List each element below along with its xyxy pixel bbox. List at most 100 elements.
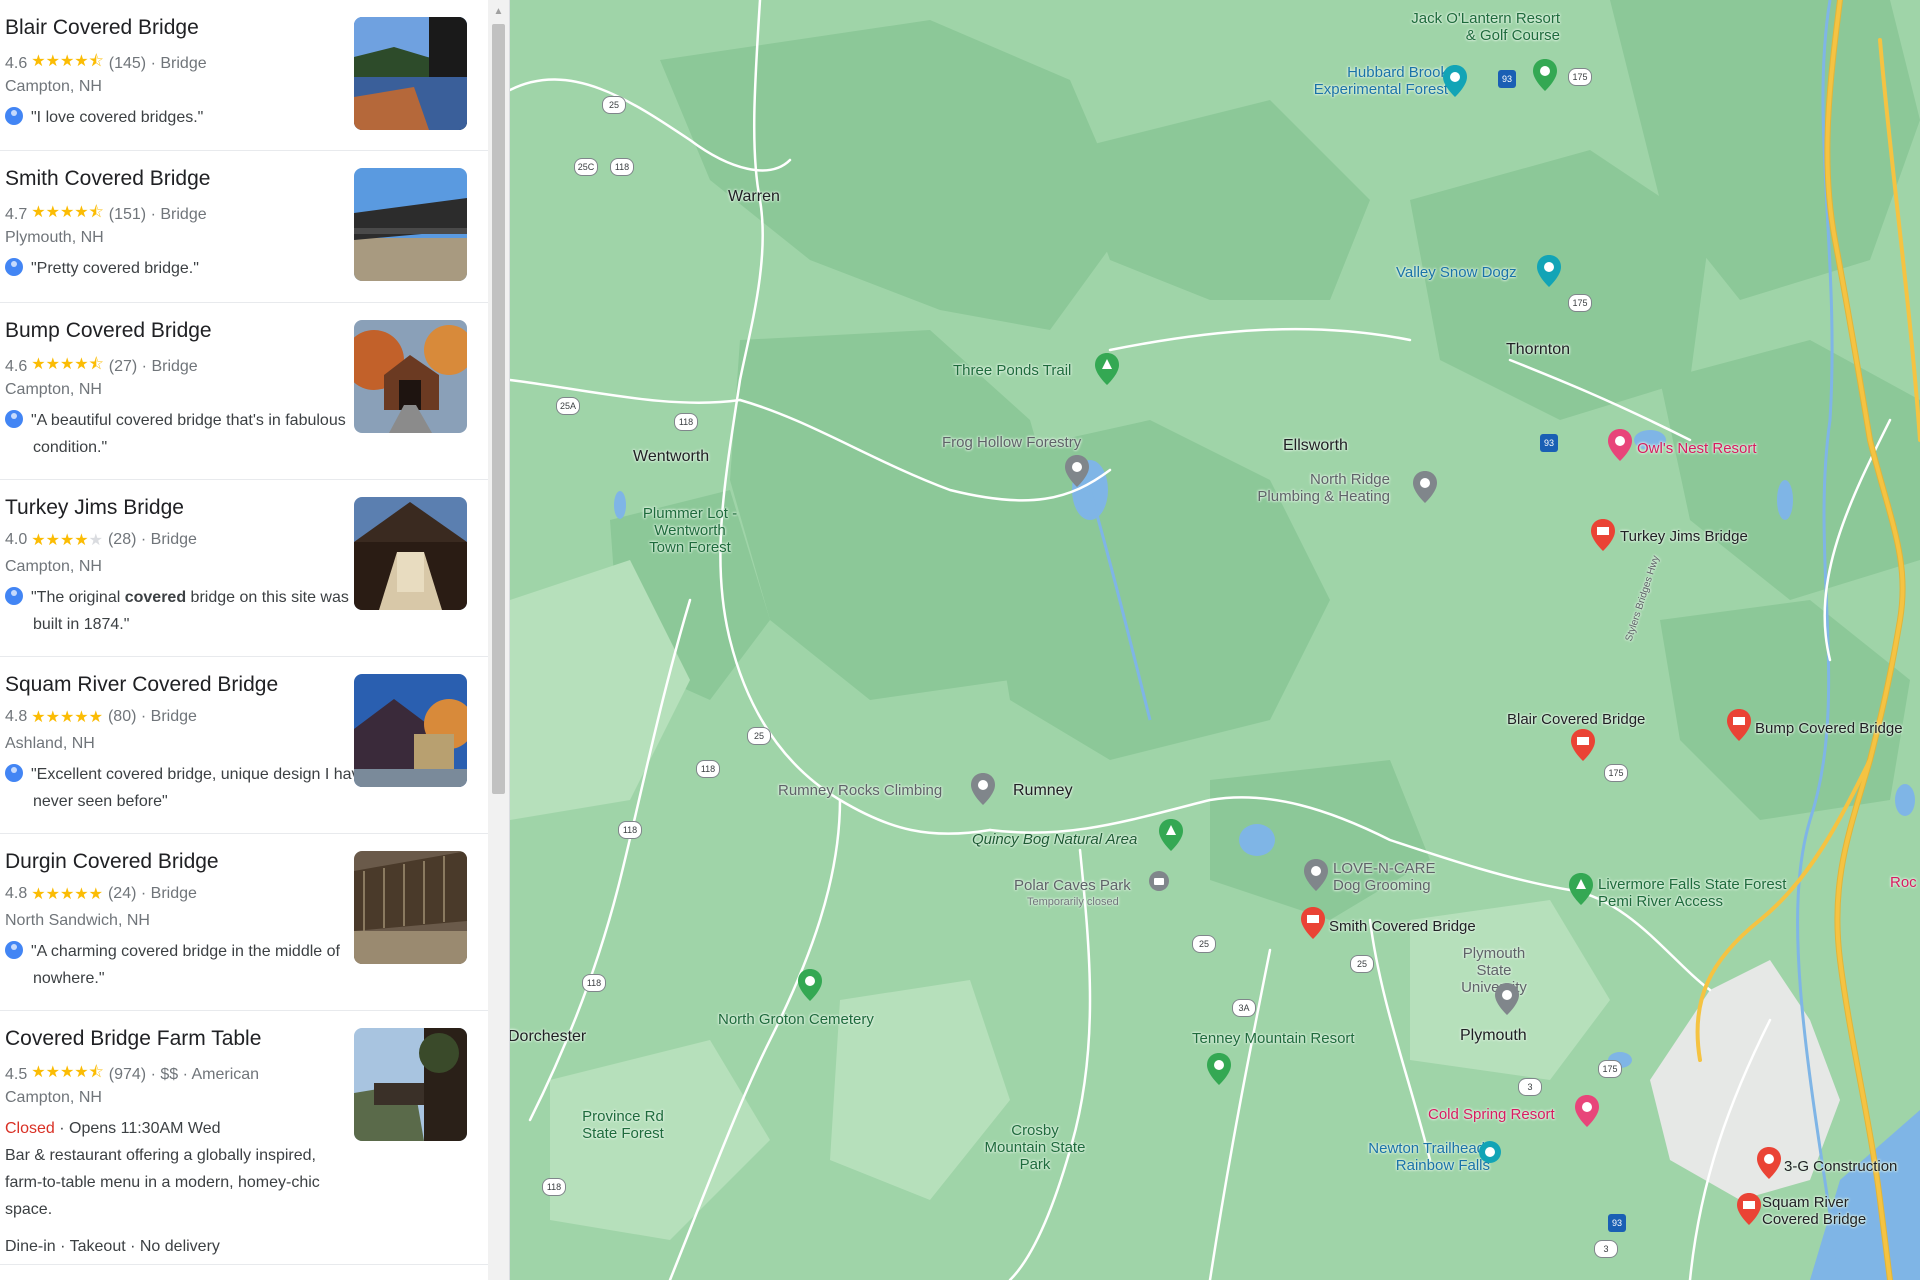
route-shield-118-e: 118 [582,974,606,992]
review-count: (24) [107,885,137,902]
route-shield-3: 3 [1518,1078,1542,1096]
ski-resort-pin-icon[interactable] [1206,1052,1232,1086]
review-snippet: "A beautiful covered bridge that's in fa… [5,407,373,461]
poi-label-crosby[interactable]: Crosby Mountain State Park [980,1122,1090,1173]
poi-label-province-rd[interactable]: Province Rd State Forest [573,1108,673,1142]
poi-label-newton[interactable]: Newton Trailhead- Rainbow Falls [1320,1140,1490,1174]
result-title[interactable]: Durgin Covered Bridge [5,850,219,874]
review-text: "Pretty covered bridge." [31,260,199,277]
town-label-wentworth[interactable]: Wentworth [633,448,709,465]
poi-label-bump-bridge[interactable]: Bump Covered Bridge [1755,720,1903,737]
poi-label-smith-bridge[interactable]: Smith Covered Bridge [1329,918,1476,935]
poi-label-love-n-care[interactable]: LOVE-N-CARE Dog Grooming [1333,860,1453,894]
place-photo[interactable] [354,320,467,433]
results-scrollbar[interactable]: ▲ [488,0,509,1280]
construction-pin-icon[interactable] [1756,1146,1782,1180]
poi-label-roc[interactable]: Roc [1890,874,1917,891]
business-pin-icon[interactable] [1412,470,1438,504]
town-label-warren[interactable]: Warren [728,188,780,205]
town-label-dorchester[interactable]: Dorchester [510,1028,586,1045]
poi-label-squam-bridge[interactable]: Squam River Covered Bridge [1762,1194,1882,1228]
museum-pin-icon[interactable] [1442,64,1468,98]
result-item-durgin[interactable]: Durgin Covered Bridge 4.8 ★★★★★ (24) · B… [0,834,488,1011]
bridge-pin-icon-smith[interactable] [1300,906,1326,940]
result-title[interactable]: Bump Covered Bridge [5,319,212,343]
place-pin-icon[interactable] [1064,454,1090,488]
poi-label-three-ponds[interactable]: Three Ponds Trail [953,362,1071,379]
result-item-bump[interactable]: Bump Covered Bridge 4.6 ★★★★⯪ (27) · Bri… [0,303,488,480]
poi-label-valley-snow[interactable]: Valley Snow Dogz [1396,264,1517,281]
place-address: Campton, NH [5,1089,102,1106]
open-hours: · Opens 11:30AM Wed [54,1120,221,1137]
resort-pin-icon-cold-spring[interactable] [1574,1094,1600,1128]
poi-label-livermore[interactable]: Livermore Falls State Forest Pemi River … [1598,876,1818,910]
open-status: Closed [5,1120,55,1137]
result-item-squam[interactable]: Squam River Covered Bridge 4.8 ★★★★★ (80… [0,657,488,834]
poi-label-polar-caves[interactable]: Polar Caves Park [1014,877,1131,894]
trailhead-poi-icon[interactable] [1478,1140,1502,1164]
result-title[interactable]: Turkey Jims Bridge [5,496,184,520]
nature-pin-icon[interactable] [1158,818,1184,852]
result-item-smith[interactable]: Smith Covered Bridge 4.7 ★★★★⯪ (151) · B… [0,151,488,303]
place-photo[interactable] [354,851,467,964]
poi-label-rumney-rocks[interactable]: Rumney Rocks Climbing [778,782,942,799]
poi-label-owls-nest[interactable]: Owl's Nest Resort [1637,440,1757,457]
poi-label-blair-bridge[interactable]: Blair Covered Bridge [1507,711,1645,728]
cemetery-pin-icon[interactable] [797,968,823,1002]
poi-label-turkey-jims[interactable]: Turkey Jims Bridge [1620,528,1748,545]
place-photo[interactable] [354,17,467,130]
rating-value: 4.5 [5,1065,28,1083]
route-shield-118-f: 118 [542,1178,566,1196]
camera-poi-icon[interactable] [1148,870,1170,892]
review-text: "Excellent covered bridge, unique design… [31,766,369,810]
town-label-ellsworth[interactable]: Ellsworth [1283,437,1348,454]
poi-label-jack-lantern[interactable]: Jack O'Lantern Resort & Golf Course [1410,10,1560,44]
bridge-pin-icon-bump[interactable] [1726,708,1752,742]
result-title[interactable]: Blair Covered Bridge [5,16,199,40]
resort-pin-icon[interactable] [1607,428,1633,462]
poi-label-quincy-bog[interactable]: Quincy Bog Natural Area [972,831,1137,848]
place-photo[interactable] [354,497,467,610]
golf-pin-icon[interactable] [1532,58,1558,92]
route-shield-25-b: 25 [747,727,771,745]
poi-label-3g-construction[interactable]: 3-G Construction [1784,1158,1897,1175]
town-label-thornton[interactable]: Thornton [1506,341,1570,358]
bridge-pin-icon-blair[interactable] [1570,728,1596,762]
route-shield-25: 25 [602,96,626,114]
poi-label-north-groton[interactable]: North Groton Cemetery [718,1011,874,1028]
climbing-pin-icon[interactable] [970,772,996,806]
university-pin-icon[interactable] [1494,982,1520,1016]
map-canvas[interactable]: 25 25C 118 175 93 175 93 25A 118 25 118 … [510,0,1920,1280]
result-item-turkey-jims[interactable]: Turkey Jims Bridge 4.0 ★★★★★ (28) · Brid… [0,480,488,657]
grooming-pin-icon[interactable] [1303,858,1329,892]
place-photo[interactable] [354,1028,467,1141]
poi-label-north-ridge[interactable]: North Ridge Plumbing & Heating [1250,471,1390,505]
activity-pin-icon[interactable] [1536,254,1562,288]
town-label-rumney[interactable]: Rumney [1013,782,1073,799]
place-photo[interactable] [354,168,467,281]
result-item-blair[interactable]: Blair Covered Bridge 4.6 ★★★★⯪ (145) · B… [0,0,488,151]
town-label-plymouth[interactable]: Plymouth [1460,1027,1527,1044]
result-item-farm-table[interactable]: Covered Bridge Farm Table 4.5 ★★★★⯪ (974… [0,1011,488,1265]
route-shield-175-d: 175 [1598,1060,1622,1078]
bridge-pin-icon-squam[interactable] [1736,1192,1762,1226]
trail-pin-icon[interactable] [1094,352,1120,386]
scroll-up-arrow-icon[interactable]: ▲ [488,2,509,22]
result-title[interactable]: Squam River Covered Bridge [5,673,278,697]
scrollbar-thumb[interactable] [492,24,505,794]
poi-label-tenney[interactable]: Tenney Mountain Resort [1192,1030,1355,1047]
park-pin-icon[interactable] [1568,872,1594,906]
place-photo[interactable] [354,674,467,787]
results-panel: Blair Covered Bridge 4.6 ★★★★⯪ (145) · B… [0,0,488,1280]
bridge-pin-icon-turkey-jims[interactable] [1590,518,1616,552]
poi-label-frog-hollow[interactable]: Frog Hollow Forestry [942,434,1081,451]
place-type: Bridge [150,885,197,902]
poi-label-cold-spring[interactable]: Cold Spring Resort [1428,1106,1555,1123]
result-title[interactable]: Smith Covered Bridge [5,167,210,191]
poi-label-plummer-lot[interactable]: Plummer Lot - Wentworth Town Forest [635,505,745,556]
place-address: Plymouth, NH [5,229,104,246]
sep-dot: · [137,357,152,375]
poi-label-hubbard-brook[interactable]: Hubbard Brook Experimental Forest [1280,64,1448,98]
result-title[interactable]: Covered Bridge Farm Table [5,1027,261,1051]
star-rating-icon: ★★★★⯪ [31,356,104,373]
